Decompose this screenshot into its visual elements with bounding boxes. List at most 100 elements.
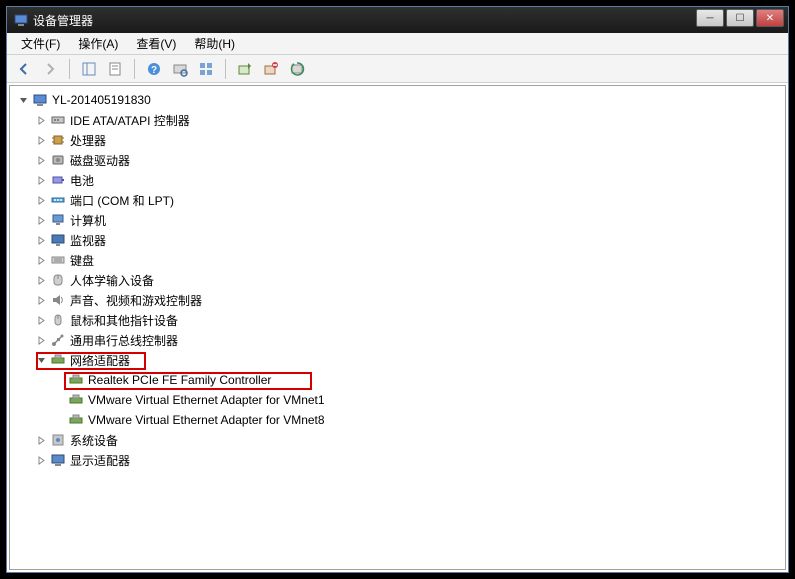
- ide-icon: [50, 112, 66, 128]
- show-hide-tree-button[interactable]: [78, 58, 100, 80]
- tree-node-cat-8[interactable]: 人体学输入设备: [10, 270, 785, 290]
- update-driver-button[interactable]: [234, 58, 256, 80]
- tree-expander-icon[interactable]: [34, 113, 48, 127]
- device-manager-window: 设备管理器 ─ ☐ ✕ 文件(F) 操作(A) 查看(V) 帮助(H) ? YL…: [6, 6, 789, 573]
- tree-node-label: 网络适配器: [70, 352, 130, 369]
- tree-node-cat-11[interactable]: 通用串行总线控制器: [10, 330, 785, 350]
- tree-expander-icon[interactable]: [34, 353, 48, 367]
- uninstall-button[interactable]: [260, 58, 282, 80]
- sound-icon: [50, 292, 66, 308]
- tree-node-label: YL-201405191830: [52, 93, 151, 107]
- svg-text:?: ?: [151, 65, 157, 76]
- tree-expander-icon[interactable]: [52, 373, 66, 387]
- tree-node-label: 声音、视频和游戏控制器: [70, 292, 202, 309]
- tree-node-network[interactable]: 网络适配器: [10, 350, 785, 370]
- window-controls: ─ ☐ ✕: [696, 9, 784, 27]
- tree-node-cat-7[interactable]: 键盘: [10, 250, 785, 270]
- system-icon: [50, 432, 66, 448]
- tree-expander-icon[interactable]: [34, 453, 48, 467]
- tree-node-label: 鼠标和其他指针设备: [70, 312, 178, 329]
- tree-expander-icon[interactable]: [34, 193, 48, 207]
- keyboard-icon: [50, 252, 66, 268]
- battery-icon: [50, 172, 66, 188]
- help-button[interactable]: ?: [143, 58, 165, 80]
- netchild-icon: [68, 392, 84, 408]
- scan-devices-button[interactable]: [169, 58, 191, 80]
- device-tree-pane: YL-201405191830 IDE ATA/ATAPI 控制器处理器磁盘驱动器…: [9, 85, 786, 570]
- tree-node-cat-9[interactable]: 声音、视频和游戏控制器: [10, 290, 785, 310]
- tree-node-label: 通用串行总线控制器: [70, 332, 178, 349]
- tree-node-tail-1[interactable]: 显示适配器: [10, 450, 785, 470]
- tree-expander-icon[interactable]: [34, 253, 48, 267]
- tree-node-cat-0[interactable]: IDE ATA/ATAPI 控制器: [10, 110, 785, 130]
- menu-view[interactable]: 查看(V): [128, 33, 184, 54]
- cpu-icon: [50, 132, 66, 148]
- tree-node-cat-10[interactable]: 鼠标和其他指针设备: [10, 310, 785, 330]
- tree-node-label: 监视器: [70, 232, 106, 249]
- tree-node-cat-5[interactable]: 计算机: [10, 210, 785, 230]
- toolbar: ?: [7, 55, 788, 83]
- computer-icon: [50, 212, 66, 228]
- tree-node-label: 处理器: [70, 132, 106, 149]
- maximize-button[interactable]: ☐: [726, 9, 754, 27]
- scan-hardware-button[interactable]: [286, 58, 308, 80]
- tree-node-tail-0[interactable]: 系统设备: [10, 430, 785, 450]
- tree-node-label: 计算机: [70, 212, 106, 229]
- tree-node-net-child-2[interactable]: VMware Virtual Ethernet Adapter for VMne…: [10, 410, 785, 430]
- root-icon: [32, 92, 48, 108]
- tree-node-cat-1[interactable]: 处理器: [10, 130, 785, 150]
- app-icon: [13, 12, 29, 28]
- netchild-icon: [68, 372, 84, 388]
- tree-expander-icon[interactable]: [34, 213, 48, 227]
- menubar: 文件(F) 操作(A) 查看(V) 帮助(H): [7, 33, 788, 55]
- menu-file[interactable]: 文件(F): [13, 33, 68, 54]
- tree-node-net-child-1[interactable]: VMware Virtual Ethernet Adapter for VMne…: [10, 390, 785, 410]
- nav-forward-button[interactable]: [39, 58, 61, 80]
- tree-node-label: VMware Virtual Ethernet Adapter for VMne…: [88, 413, 325, 427]
- tree-expander-icon[interactable]: [52, 413, 66, 427]
- tree-node-label: IDE ATA/ATAPI 控制器: [70, 112, 190, 129]
- window-title: 设备管理器: [33, 12, 93, 29]
- tree-expander-icon[interactable]: [34, 433, 48, 447]
- close-button[interactable]: ✕: [756, 9, 784, 27]
- tree-node-cat-2[interactable]: 磁盘驱动器: [10, 150, 785, 170]
- menu-help[interactable]: 帮助(H): [186, 33, 243, 54]
- netchild-icon: [68, 412, 84, 428]
- tree-node-label: 电池: [70, 172, 94, 189]
- tree-expander-icon[interactable]: [34, 293, 48, 307]
- device-tree[interactable]: YL-201405191830 IDE ATA/ATAPI 控制器处理器磁盘驱动器…: [10, 86, 785, 474]
- tree-node-net-child-0[interactable]: Realtek PCIe FE Family Controller: [10, 370, 785, 390]
- tree-expander-icon[interactable]: [34, 153, 48, 167]
- tree-expander-icon[interactable]: [34, 313, 48, 327]
- toolbar-separator: [134, 59, 135, 79]
- monitor-icon: [50, 232, 66, 248]
- tree-node-label: 端口 (COM 和 LPT): [70, 192, 174, 209]
- tree-node-label: Realtek PCIe FE Family Controller: [88, 373, 271, 387]
- tree-expander-icon[interactable]: [34, 273, 48, 287]
- tree-expander-icon[interactable]: [34, 233, 48, 247]
- view-options-button[interactable]: [195, 58, 217, 80]
- tree-node-cat-4[interactable]: 端口 (COM 和 LPT): [10, 190, 785, 210]
- tree-node-cat-6[interactable]: 监视器: [10, 230, 785, 250]
- tree-node-cat-3[interactable]: 电池: [10, 170, 785, 190]
- toolbar-separator: [69, 59, 70, 79]
- display-icon: [50, 452, 66, 468]
- disk-icon: [50, 152, 66, 168]
- tree-expander-icon[interactable]: [16, 93, 30, 107]
- tree-expander-icon[interactable]: [52, 393, 66, 407]
- tree-expander-icon[interactable]: [34, 173, 48, 187]
- tree-expander-icon[interactable]: [34, 333, 48, 347]
- tree-node-label: VMware Virtual Ethernet Adapter for VMne…: [88, 393, 325, 407]
- menu-action[interactable]: 操作(A): [70, 33, 126, 54]
- titlebar: 设备管理器 ─ ☐ ✕: [7, 7, 788, 33]
- tree-node-label: 磁盘驱动器: [70, 152, 130, 169]
- usb-icon: [50, 332, 66, 348]
- hid-icon: [50, 272, 66, 288]
- mouse-icon: [50, 312, 66, 328]
- tree-node-root[interactable]: YL-201405191830: [10, 90, 785, 110]
- nav-back-button[interactable]: [13, 58, 35, 80]
- properties-button[interactable]: [104, 58, 126, 80]
- tree-expander-icon[interactable]: [34, 133, 48, 147]
- tree-node-label: 显示适配器: [70, 452, 130, 469]
- minimize-button[interactable]: ─: [696, 9, 724, 27]
